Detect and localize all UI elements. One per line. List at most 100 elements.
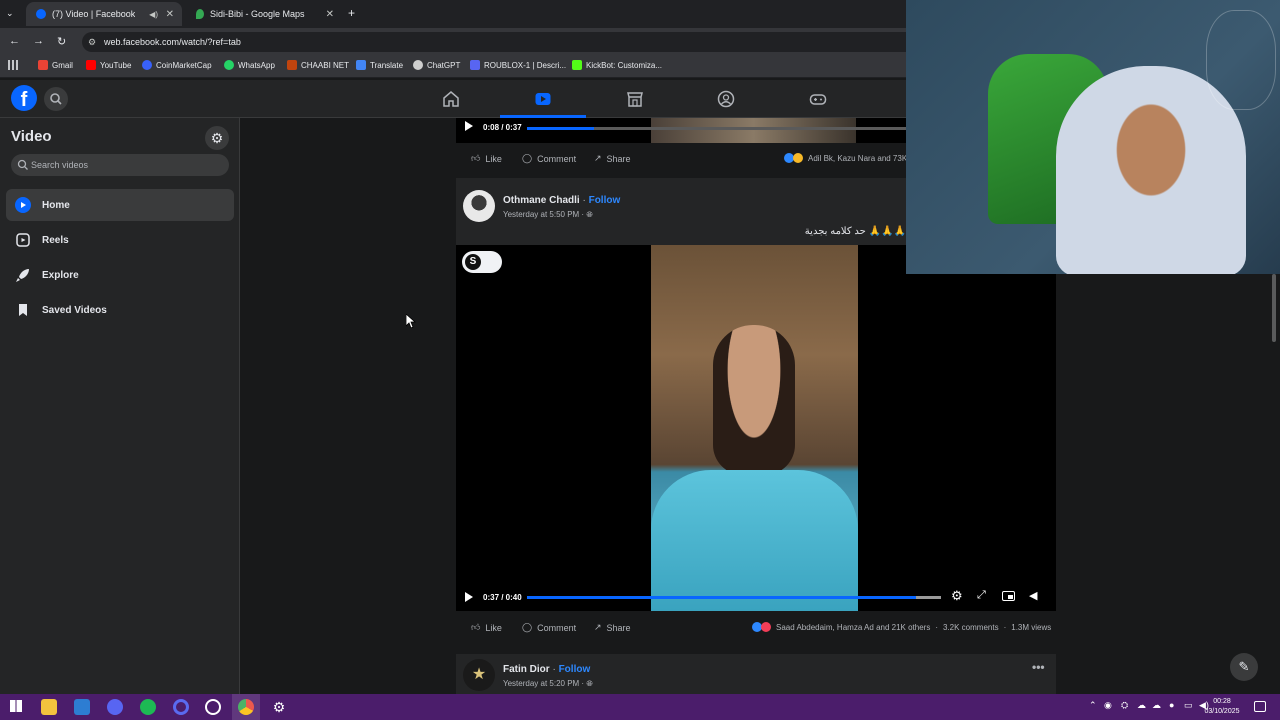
- sidebar-item-explore[interactable]: Explore: [6, 259, 234, 291]
- separator-dot: ·: [1003, 622, 1007, 632]
- gaming-nav-icon[interactable]: [809, 90, 827, 108]
- page-title: Video: [11, 128, 52, 145]
- settings-icon[interactable]: ⚙: [271, 699, 287, 715]
- speaker-icon[interactable]: ◀): [149, 10, 158, 19]
- follow-button[interactable]: Follow: [559, 664, 591, 675]
- avatar[interactable]: [463, 190, 495, 222]
- bookmark-roublox[interactable]: ROUBLOX-1 | Descri...: [470, 60, 566, 70]
- reaction-summary[interactable]: Saad Abdedaim, Hamza Ad and 21K others ·…: [752, 622, 1051, 632]
- video-player-2[interactable]: S 0:37 / 0:40 ⚙ ⤢ ◀: [456, 245, 1056, 611]
- comment-count[interactable]: 3.2K comments: [943, 623, 999, 632]
- reaction-summary[interactable]: Adil Bk, Kazu Nara and 73K: [784, 153, 907, 163]
- new-tab-icon[interactable]: +: [348, 6, 355, 20]
- bookmark-chaabi-net[interactable]: CHAABI NET: [287, 60, 349, 70]
- groups-nav-icon[interactable]: [717, 90, 735, 108]
- forward-icon[interactable]: →: [33, 35, 44, 47]
- search-icon: [50, 93, 62, 105]
- marketplace-nav-icon[interactable]: [626, 90, 644, 108]
- bookmark-gmail[interactable]: Gmail: [38, 60, 73, 70]
- progress-track[interactable]: [527, 127, 947, 130]
- search-videos-input[interactable]: Search videos: [11, 154, 229, 176]
- url-field[interactable]: ⚙ web.facebook.com/watch/?ref=tab: [82, 32, 982, 52]
- close-tab-icon[interactable]: ✕: [166, 9, 174, 20]
- play-icon[interactable]: [465, 121, 473, 131]
- apps-grid-icon[interactable]: [8, 60, 18, 70]
- sidebar-item-saved-videos[interactable]: Saved Videos: [6, 294, 234, 326]
- tray-app-icon[interactable]: ⛭: [1121, 700, 1128, 711]
- bookmark-youtube[interactable]: YouTube: [86, 60, 131, 70]
- post-author-line: Othmane Chadli · Follow: [503, 195, 620, 206]
- tray-record-icon[interactable]: ◉: [1104, 700, 1112, 711]
- facebook-logo-icon[interactable]: f: [11, 85, 37, 111]
- bookmark-label: YouTube: [100, 60, 132, 70]
- like-button[interactable]: 👍︎ Like: [471, 622, 502, 633]
- settings-button[interactable]: ⚙: [205, 126, 229, 150]
- play-icon[interactable]: [465, 592, 473, 602]
- back-icon[interactable]: ←: [9, 35, 20, 47]
- reload-icon[interactable]: ↻: [57, 35, 66, 48]
- comment-label: Comment: [537, 153, 577, 164]
- tab-list-icon[interactable]: ⌄: [6, 8, 14, 19]
- share-icon: ↗: [594, 622, 602, 632]
- creator-badge[interactable]: S: [462, 251, 502, 273]
- discord-icon[interactable]: [107, 699, 123, 715]
- video-nav-icon[interactable]: [534, 90, 552, 108]
- post-timestamp[interactable]: Yesterday at 5:20 PM · 🌐︎: [503, 679, 593, 689]
- post-caption: 🙏🙏🙏 حد كلامه بجدية: [804, 226, 906, 237]
- bookmark-chatgpt[interactable]: ChatGPT: [413, 60, 460, 70]
- tray-network-icon[interactable]: ▭: [1184, 700, 1193, 711]
- comment-button[interactable]: ◯ Comment: [522, 153, 576, 164]
- like-button[interactable]: 👍︎ Like: [471, 153, 502, 164]
- share-button[interactable]: ↗ Share: [594, 622, 631, 633]
- start-icon[interactable]: [10, 700, 22, 712]
- bookmark-whatsapp[interactable]: WhatsApp: [224, 60, 275, 70]
- search-placeholder: Search videos: [31, 160, 89, 170]
- progress-track[interactable]: [527, 596, 941, 599]
- search-button[interactable]: [44, 87, 68, 111]
- share-button[interactable]: ↗ Share: [594, 153, 631, 164]
- globe-icon: 🌐︎: [586, 210, 593, 219]
- more-options-icon[interactable]: •••: [1032, 660, 1045, 674]
- notification-icon[interactable]: [1254, 701, 1266, 712]
- bookmark-coinmarketcap[interactable]: CoinMarketCap: [142, 60, 212, 70]
- new-message-button[interactable]: ✎: [1230, 653, 1258, 681]
- spotify-icon[interactable]: [140, 699, 156, 715]
- store-icon[interactable]: [74, 699, 90, 715]
- app-ring-icon[interactable]: [173, 699, 189, 715]
- tab-google-maps[interactable]: Sidi-Bibi - Google Maps ✕: [186, 2, 342, 26]
- steam-icon[interactable]: [205, 699, 221, 715]
- sidebar-item-reels[interactable]: Reels: [6, 224, 234, 256]
- fullscreen-icon[interactable]: ⤢: [977, 589, 986, 602]
- tab-facebook[interactable]: (7) Video | Facebook ◀) ✕: [26, 2, 182, 26]
- chatgpt-icon: [413, 60, 423, 70]
- progress-fill: [527, 596, 917, 599]
- follow-button[interactable]: Follow: [589, 195, 621, 206]
- picture-in-picture-icon[interactable]: [1002, 591, 1015, 601]
- sidebar-item-home[interactable]: Home: [6, 189, 234, 221]
- tray-mic-icon[interactable]: ●: [1169, 700, 1174, 710]
- clock[interactable]: 00:28 03/10/2025: [1200, 697, 1244, 717]
- page-scrollbar[interactable]: [1271, 274, 1277, 694]
- tray-cloud-icon[interactable]: ☁: [1137, 700, 1146, 711]
- site-info-icon[interactable]: ⚙: [88, 32, 96, 52]
- file-explorer-icon[interactable]: [41, 699, 57, 715]
- bookmark-label: Translate: [370, 60, 404, 70]
- avatar[interactable]: ★: [463, 659, 495, 691]
- close-tab-icon[interactable]: ✕: [326, 9, 334, 20]
- author-name[interactable]: Othmane Chadli: [503, 195, 580, 206]
- globe-icon: 🌐︎: [586, 679, 593, 688]
- tray-onedrive-icon[interactable]: ☁: [1152, 700, 1161, 711]
- bookmark-label: WhatsApp: [238, 60, 275, 70]
- comment-button[interactable]: ◯ Comment: [522, 622, 576, 633]
- author-name[interactable]: Fatin Dior: [503, 664, 550, 675]
- clock-time: 00:28: [1213, 698, 1231, 705]
- bookmark-kickbot[interactable]: KickBot: Customiza...: [572, 60, 662, 70]
- home-nav-icon[interactable]: [442, 90, 460, 108]
- volume-icon[interactable]: ◀: [1029, 589, 1037, 602]
- scrollbar-thumb[interactable]: [1272, 274, 1276, 342]
- progress-fill: [527, 127, 595, 130]
- tray-chevron-icon[interactable]: ⌃: [1089, 700, 1097, 711]
- bookmark-translate[interactable]: Translate: [356, 60, 403, 70]
- post-timestamp[interactable]: Yesterday at 5:50 PM · 🌐︎: [503, 210, 593, 220]
- video-settings-icon[interactable]: ⚙: [951, 588, 963, 604]
